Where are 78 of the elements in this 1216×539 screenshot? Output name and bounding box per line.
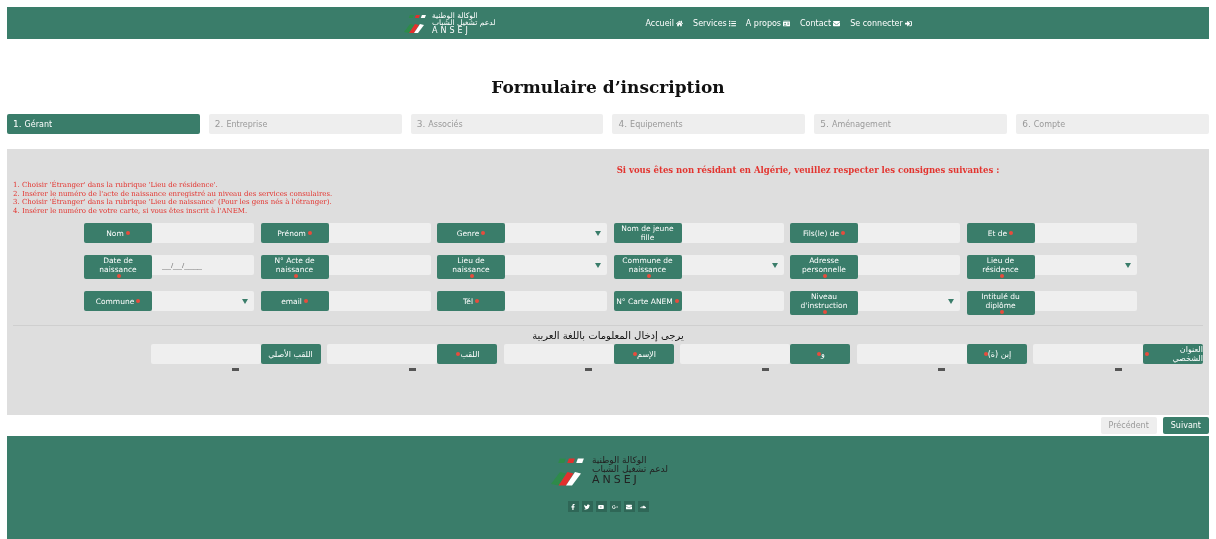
counter-mark (232, 368, 239, 371)
field-label: العنوان الشخصي (1171, 345, 1203, 363)
caret-icon (242, 298, 248, 304)
select-field[interactable] (505, 223, 607, 243)
field-label: إبن (ة) (987, 349, 1012, 359)
nav-link[interactable]: Contact (800, 18, 841, 28)
input-field[interactable]: __/__/____ (152, 255, 254, 275)
facebook-icon (570, 503, 576, 510)
twitter-icon (584, 503, 590, 510)
input-field[interactable] (681, 291, 784, 311)
id-card-icon (783, 19, 791, 27)
field-label: الإسم (637, 349, 656, 359)
nav-link[interactable]: Se connecter (850, 18, 912, 28)
input-field[interactable] (1033, 344, 1143, 364)
sign-in-icon (904, 19, 912, 27)
input-field[interactable] (858, 223, 960, 243)
field-label: اللقب (460, 349, 480, 359)
input-field[interactable] (681, 223, 784, 243)
list-icon (728, 19, 736, 27)
caret-icon (948, 298, 954, 304)
counter-mark (938, 368, 945, 371)
social-link[interactable] (637, 501, 649, 512)
mail-icon (626, 503, 632, 510)
field-label: اللقب الأصلي (268, 349, 313, 359)
step-tab[interactable]: 4. Equipements (612, 114, 806, 134)
step-tab[interactable]: 3. Associés (410, 114, 604, 134)
nav-button[interactable]: Suivant (1162, 417, 1209, 434)
youtube-icon (598, 503, 604, 510)
counter-mark (1114, 368, 1122, 371)
logo-name: ANSEJ (591, 474, 640, 485)
field-label: و (821, 349, 825, 359)
select-field[interactable] (1034, 255, 1137, 275)
nav-link[interactable]: Services (693, 18, 736, 28)
caret-icon (595, 230, 601, 236)
soundcloud-icon (640, 503, 646, 510)
counter-mark (761, 368, 769, 371)
caret-icon (771, 262, 778, 268)
input-field[interactable] (327, 344, 437, 364)
input-field[interactable] (328, 255, 431, 275)
social-link[interactable] (581, 501, 593, 512)
select-field[interactable] (681, 255, 784, 275)
step-tab[interactable]: 2. Entreprise (208, 114, 402, 134)
input-field[interactable] (505, 291, 607, 311)
step-tab[interactable]: 1. Gérant (7, 114, 200, 134)
input-field[interactable] (1034, 291, 1137, 311)
input-field[interactable] (680, 344, 790, 364)
input-field[interactable] (328, 223, 431, 243)
select-field[interactable] (858, 291, 960, 311)
counter-mark (408, 368, 416, 371)
social-link[interactable] (623, 501, 635, 512)
input-field[interactable] (1034, 223, 1137, 243)
step-tab[interactable]: 6. Compte (1016, 114, 1209, 134)
social-link[interactable] (609, 501, 621, 512)
select-field[interactable] (505, 255, 607, 275)
caret-icon (1124, 262, 1131, 268)
input-field[interactable] (503, 344, 614, 364)
logo-arabic-text: الوكالة الوطنية (591, 456, 647, 465)
caret-icon (595, 262, 601, 268)
input-field[interactable] (328, 291, 431, 311)
nav-link[interactable]: A propos (745, 18, 791, 28)
logo-arabic-text: لدعم تشغيل الشباب (591, 465, 669, 474)
google-plus-icon (612, 503, 618, 510)
select-field[interactable] (152, 291, 254, 311)
logo-name: ANSEJ (432, 26, 471, 35)
input-field[interactable] (150, 344, 261, 364)
input-field[interactable] (856, 344, 967, 364)
nav-link[interactable]: Accueil (645, 18, 684, 28)
step-tab[interactable]: 5. Aménagement (814, 114, 1008, 134)
mail-icon (833, 19, 841, 27)
home-icon (676, 19, 684, 27)
arabic-section-heading: يرجى إدخال المعلومات باللغة العربية (531, 330, 685, 341)
input-field[interactable] (858, 255, 960, 275)
counter-mark (585, 368, 592, 371)
social-link[interactable] (567, 501, 579, 512)
social-link[interactable] (595, 501, 607, 512)
input-field[interactable] (152, 223, 254, 243)
page-title: Formulaire d’inscription (490, 77, 726, 97)
notice-heading: Si vous êtes non résidant en Algérie, veuillez respecter les consignes suivantes : (615, 165, 1001, 175)
